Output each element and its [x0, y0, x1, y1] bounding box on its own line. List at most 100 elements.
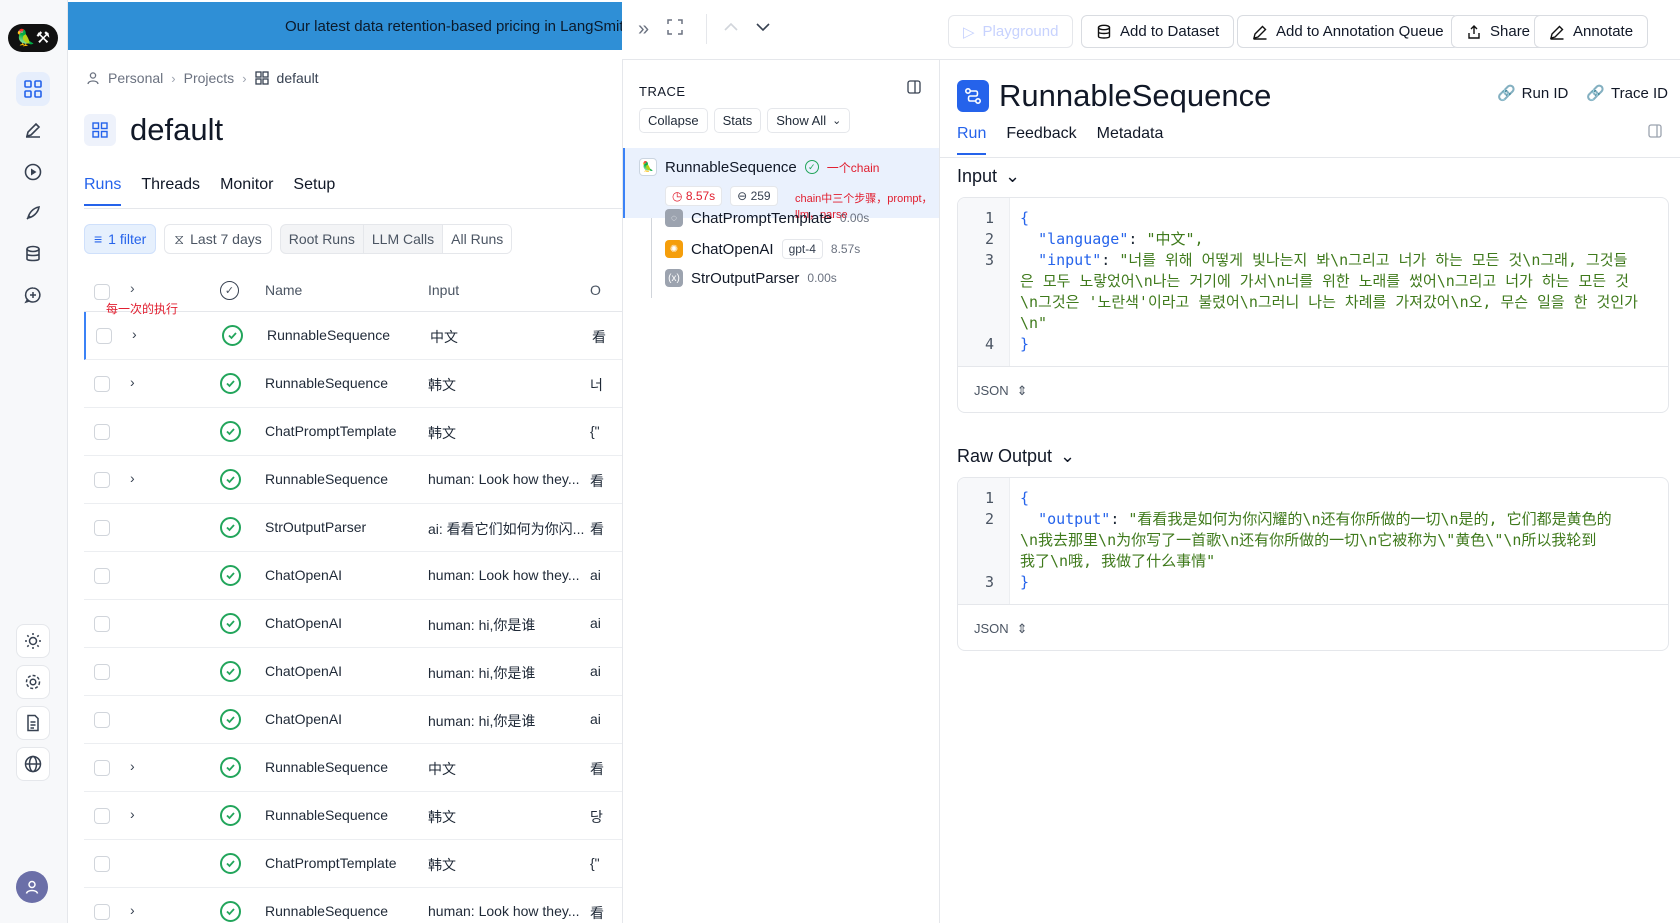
seg-all-runs[interactable]: All Runs: [443, 225, 512, 253]
expand-all-chevron-icon[interactable]: ›: [130, 280, 135, 296]
trace-node-parser[interactable]: (x) StrOutputParser 0.00s: [665, 269, 837, 287]
row-checkbox[interactable]: [94, 616, 110, 632]
document-icon[interactable]: [16, 706, 50, 740]
sidebar-toggle-icon[interactable]: [907, 80, 921, 99]
expand-chevron-icon[interactable]: ›: [130, 902, 135, 918]
table-row[interactable]: ChatPromptTemplate 韩文 {": [84, 408, 622, 456]
show-all-button[interactable]: Show All ⌄: [767, 108, 851, 133]
column-input[interactable]: Input: [428, 282, 459, 298]
expand-chevron-icon[interactable]: ›: [130, 470, 135, 486]
run-id-link[interactable]: 🔗 Run ID: [1497, 84, 1568, 103]
play-icon[interactable]: [16, 155, 50, 189]
user-avatar[interactable]: [16, 871, 48, 903]
run-name[interactable]: RunnableSequence: [265, 375, 388, 391]
row-checkbox[interactable]: [94, 568, 110, 584]
input-section-header[interactable]: Input ⌄: [957, 166, 1020, 187]
table-row[interactable]: › RunnableSequence 韩文 너: [84, 360, 622, 408]
filter-button[interactable]: ≡ 1 filter: [84, 224, 157, 254]
expand-fullscreen-icon[interactable]: [666, 18, 684, 41]
rocket-icon[interactable]: [16, 196, 50, 230]
input-code[interactable]: 1 2 3 4 { "language": "中文", "input": "너를…: [958, 198, 1668, 366]
annotate-button[interactable]: Annotate: [1534, 15, 1649, 48]
seg-root-runs[interactable]: Root Runs: [281, 225, 364, 253]
share-button[interactable]: Share: [1451, 15, 1546, 48]
seg-llm-calls[interactable]: LLM Calls: [364, 225, 444, 253]
breadcrumb-projects[interactable]: Projects: [184, 70, 235, 86]
chevron-up-icon[interactable]: [722, 18, 740, 41]
database-icon[interactable]: [16, 237, 50, 271]
output-format-select[interactable]: JSON ⇕: [958, 604, 1668, 650]
run-name[interactable]: ChatOpenAI: [265, 663, 342, 679]
run-name[interactable]: ChatPromptTemplate: [265, 423, 397, 439]
annotation-pen-icon[interactable]: [16, 113, 50, 147]
column-name[interactable]: Name: [265, 282, 302, 298]
row-checkbox[interactable]: [94, 376, 110, 392]
tab-feedback[interactable]: Feedback: [1006, 125, 1076, 155]
trace-node-prompt[interactable]: ◌ ChatPromptTemplate 0.00s: [665, 209, 869, 227]
input-format-select[interactable]: JSON ⇕: [958, 366, 1668, 412]
run-name[interactable]: RunnableSequence: [265, 759, 388, 775]
chat-plus-icon[interactable]: [16, 278, 50, 312]
row-checkbox[interactable]: [94, 472, 110, 488]
run-name[interactable]: ChatOpenAI: [265, 567, 342, 583]
run-name[interactable]: RunnableSequence: [265, 807, 388, 823]
table-row[interactable]: ChatOpenAI human: Look how they... ai: [84, 552, 622, 600]
output-section-header[interactable]: Raw Output ⌄: [957, 446, 1075, 467]
run-name[interactable]: StrOutputParser: [265, 519, 366, 535]
row-checkbox[interactable]: [96, 328, 112, 344]
run-name[interactable]: RunnableSequence: [265, 471, 388, 487]
output-code[interactable]: 1 2 3 { "output": "看看我是如何为你闪耀的\n还有你所做的一切…: [958, 478, 1668, 604]
row-checkbox[interactable]: [94, 760, 110, 776]
pricing-banner[interactable]: Our latest data retention-based pricing …: [68, 2, 622, 50]
table-row[interactable]: ChatOpenAI human: hi,你是谁 ai: [84, 648, 622, 696]
table-row[interactable]: › RunnableSequence human: Look how they...…: [84, 888, 622, 923]
globe-icon[interactable]: [16, 747, 50, 781]
run-name[interactable]: ChatPromptTemplate: [265, 855, 397, 871]
select-all-checkbox[interactable]: [94, 284, 110, 300]
banner-text[interactable]: Our latest data retention-based pricing …: [285, 18, 622, 35]
table-row[interactable]: › RunnableSequence human: Look how they...…: [84, 456, 622, 504]
tab-run[interactable]: Run: [957, 125, 987, 155]
add-to-dataset-button[interactable]: Add to Dataset: [1081, 15, 1235, 48]
table-row[interactable]: StrOutputParser ai: 看看它们如何为你闪... 看: [84, 504, 622, 552]
trace-id-link[interactable]: 🔗 Trace ID: [1586, 84, 1668, 103]
gear-icon[interactable]: [16, 665, 50, 699]
column-output[interactable]: O: [590, 282, 601, 298]
run-name[interactable]: ChatOpenAI: [265, 615, 342, 631]
panel-toggle-icon[interactable]: [1648, 124, 1662, 143]
sun-icon[interactable]: [16, 624, 50, 658]
stats-button[interactable]: Stats: [713, 108, 762, 133]
table-row[interactable]: ChatOpenAI human: hi,你是谁 ai: [84, 600, 622, 648]
breadcrumb-personal[interactable]: Personal: [108, 70, 163, 86]
projects-nav-icon[interactable]: [16, 72, 50, 106]
langsmith-logo[interactable]: 🦜⚒: [8, 24, 58, 52]
run-name[interactable]: RunnableSequence: [267, 327, 390, 343]
row-checkbox[interactable]: [94, 904, 110, 920]
row-checkbox[interactable]: [94, 712, 110, 728]
tab-threads[interactable]: Threads: [141, 176, 200, 206]
expand-chevron-icon[interactable]: ›: [130, 758, 135, 774]
table-row[interactable]: › RunnableSequence 中文 看: [84, 312, 622, 360]
table-row[interactable]: ChatOpenAI human: hi,你是谁 ai: [84, 696, 622, 744]
tab-setup[interactable]: Setup: [293, 176, 335, 206]
expand-chevron-icon[interactable]: ›: [130, 806, 135, 822]
add-to-annotation-queue-button[interactable]: Add to Annotation Queue: [1237, 15, 1459, 48]
chevron-down-icon[interactable]: [754, 18, 772, 41]
tab-monitor[interactable]: Monitor: [220, 176, 273, 206]
expand-chevron-icon[interactable]: ›: [132, 326, 137, 342]
table-row[interactable]: › RunnableSequence 中文 看: [84, 744, 622, 792]
row-checkbox[interactable]: [94, 664, 110, 680]
trace-node-llm[interactable]: ✺ ChatOpenAI gpt-4 8.57s: [665, 239, 860, 259]
playground-button[interactable]: ▷ Playground: [948, 15, 1074, 48]
breadcrumb-current[interactable]: default: [277, 70, 319, 86]
row-checkbox[interactable]: [94, 424, 110, 440]
tab-metadata[interactable]: Metadata: [1097, 125, 1164, 155]
table-row[interactable]: › RunnableSequence 韩文 당: [84, 792, 622, 840]
run-name[interactable]: ChatOpenAI: [265, 711, 342, 727]
row-checkbox[interactable]: [94, 520, 110, 536]
tab-runs[interactable]: Runs: [84, 176, 122, 206]
expand-chevron-icon[interactable]: ›: [130, 374, 135, 390]
time-range-button[interactable]: ⧖ Last 7 days: [164, 224, 272, 254]
run-name[interactable]: RunnableSequence: [265, 903, 388, 919]
collapse-panel-icon[interactable]: »: [638, 18, 649, 41]
